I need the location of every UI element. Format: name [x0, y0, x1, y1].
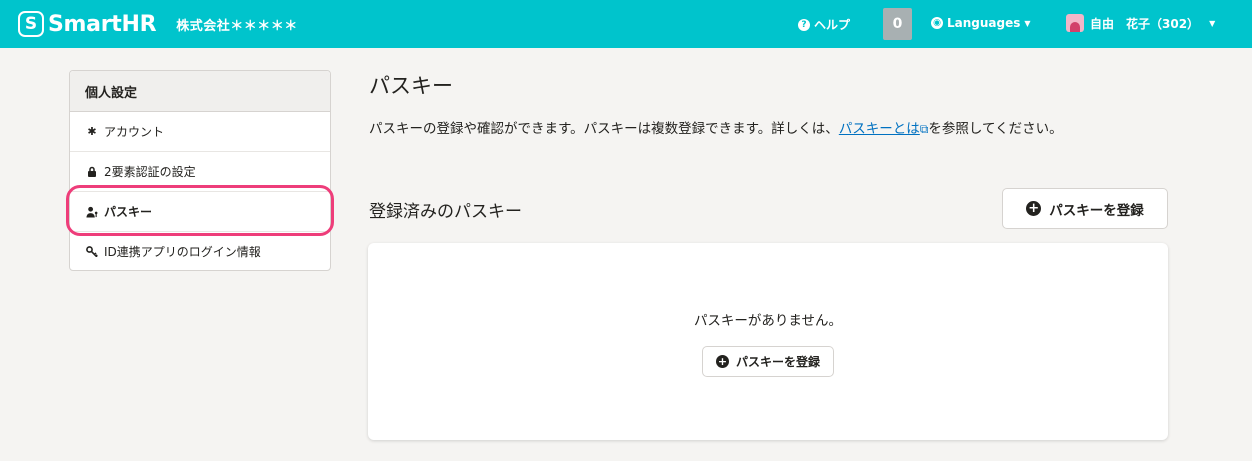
sidebar-item-account[interactable]: ✱ アカウント [70, 112, 330, 152]
settings-sidebar: 個人設定 ✱ アカウント 2要素認証の設定 パスキー ID連携アプリのログイン情… [69, 70, 331, 271]
sidebar-item-label: アカウント [104, 125, 165, 139]
user-key-icon [86, 206, 98, 218]
languages-dropdown[interactable]: ◉ Languages ▼ [931, 16, 1031, 30]
sidebar-heading: 個人設定 [70, 71, 330, 112]
key-icon [86, 245, 98, 257]
description-text-after: を参照してください。 [928, 121, 1063, 137]
plus-circle-icon: + [1026, 201, 1042, 216]
languages-label: Languages [947, 16, 1021, 30]
sidebar-item-label: 2要素認証の設定 [104, 165, 196, 179]
globe-icon: ◉ [931, 17, 943, 29]
register-passkey-button[interactable]: + パスキーを登録 [1002, 188, 1168, 229]
user-name: 自由 花子（302） [1090, 16, 1200, 31]
page-description: パスキーの登録や確認ができます。パスキーは複数登録できます。詳しくは、パスキーと… [369, 116, 1169, 142]
logo-text: SmartHR [48, 11, 157, 37]
plus-circle-icon: + [715, 355, 729, 368]
sidebar-item-two-factor[interactable]: 2要素認証の設定 [70, 152, 330, 192]
company-name: 株式会社＊＊＊＊＊ [176, 18, 298, 34]
passkey-list-card: パスキーがありません。 + パスキーを登録 [368, 243, 1168, 440]
sidebar-item-id-integration[interactable]: ID連携アプリのログイン情報 [70, 232, 330, 270]
sidebar-item-label: ID連携アプリのログイン情報 [104, 244, 261, 259]
chevron-down-icon: ▼ [1024, 18, 1031, 28]
top-header: S SmartHR 株式会社＊＊＊＊＊ ? ヘルプ 0 ◉ Languages … [0, 0, 1252, 48]
section-title: 登録済みのパスキー [369, 202, 522, 222]
description-text: パスキーの登録や確認ができます。パスキーは複数登録できます。詳しくは、 [369, 121, 839, 137]
sidebar-item-passkey[interactable]: パスキー [70, 192, 330, 232]
lock-icon [86, 166, 98, 177]
help-icon: ? [798, 18, 810, 31]
button-label: パスキーを登録 [735, 355, 820, 369]
button-label: パスキーを登録 [1049, 202, 1144, 219]
help-label: ヘルプ [814, 18, 851, 32]
chevron-down-icon: ▼ [1209, 18, 1216, 28]
notification-badge[interactable]: 0 [883, 8, 912, 40]
gear-icon: ✱ [87, 125, 97, 138]
smarthr-logo[interactable]: S SmartHR [18, 11, 157, 37]
passkey-help-link[interactable]: パスキーとは [839, 121, 920, 137]
empty-message: パスキーがありません。 [693, 313, 843, 329]
avatar [1066, 14, 1084, 32]
empty-register-passkey-button[interactable]: + パスキーを登録 [702, 346, 834, 377]
help-link[interactable]: ? ヘルプ [798, 16, 850, 33]
logo-mark-icon: S [18, 11, 44, 37]
page-title: パスキー [369, 74, 453, 98]
sidebar-item-label: パスキー [104, 205, 153, 219]
user-menu[interactable]: 自由 花子（302） ▼ [1066, 14, 1215, 32]
